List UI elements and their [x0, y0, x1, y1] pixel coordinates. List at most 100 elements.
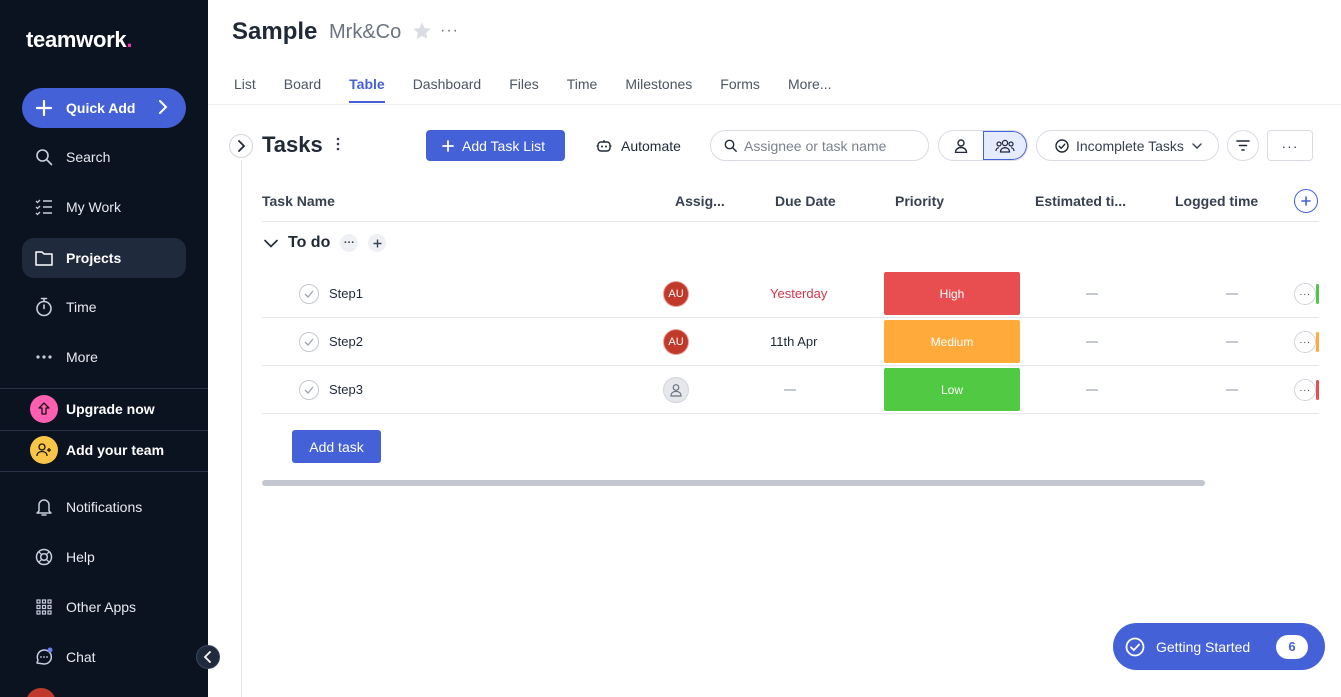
due-date[interactable]: Yesterday: [770, 286, 827, 301]
add-task-inline-button[interactable]: [368, 234, 387, 252]
table-row[interactable]: Step2 AU 11th Apr Medium ···: [262, 318, 1319, 366]
list-check-icon: [34, 197, 54, 217]
row-options-button[interactable]: ···: [1294, 379, 1316, 401]
more-options-button[interactable]: ···: [1267, 130, 1313, 161]
due-date-empty[interactable]: [784, 389, 796, 391]
sidebar-item-chat[interactable]: Chat: [22, 637, 186, 677]
robot-icon: [596, 139, 612, 153]
header-divider: [208, 104, 1341, 105]
sidebar-item-more[interactable]: More: [22, 337, 186, 377]
sidebar-divider: [0, 471, 208, 472]
filter-button[interactable]: [1227, 130, 1259, 161]
star-icon[interactable]: [412, 21, 432, 46]
company-name[interactable]: Mrk&Co: [329, 21, 401, 44]
avatar[interactable]: AU: [663, 281, 689, 307]
tab-board[interactable]: Board: [284, 76, 321, 103]
add-column-button[interactable]: [1294, 189, 1318, 213]
horizontal-scrollbar[interactable]: [262, 480, 1205, 486]
task-name[interactable]: Step2: [329, 334, 363, 349]
table-row[interactable]: Step1 AU Yesterday High ···: [262, 270, 1319, 318]
tab-forms[interactable]: Forms: [720, 76, 760, 103]
status-indicator: [1316, 332, 1319, 352]
task-search[interactable]: [710, 130, 929, 161]
sidebar-item-my-work[interactable]: My Work: [22, 187, 186, 227]
add-task-button[interactable]: Add task: [292, 430, 381, 463]
sidebar-divider: [0, 388, 208, 389]
tab-milestones[interactable]: Milestones: [625, 76, 692, 103]
complete-task-checkbox[interactable]: [299, 332, 319, 352]
sidebar-item-time[interactable]: Time: [22, 287, 186, 327]
sidebar-item-search[interactable]: Search: [22, 137, 186, 177]
tasks-options-icon[interactable]: [336, 137, 340, 156]
chevron-down-icon[interactable]: [264, 239, 278, 248]
search-input[interactable]: [744, 137, 914, 154]
column-logged-time[interactable]: Logged time: [1175, 193, 1258, 209]
table-row[interactable]: Step3 Low ···: [262, 366, 1319, 414]
complete-task-checkbox[interactable]: [299, 284, 319, 304]
check-circle-icon: [1125, 637, 1145, 657]
teamwork-logo[interactable]: teamwork.: [26, 27, 132, 53]
priority-badge[interactable]: Medium: [884, 320, 1020, 363]
tab-files[interactable]: Files: [509, 76, 539, 103]
avatar[interactable]: AU: [663, 329, 689, 355]
sidebar-item-label: My Work: [66, 199, 121, 215]
tab-time[interactable]: Time: [567, 76, 598, 103]
sidebar-divider: [0, 430, 208, 431]
estimated-time-empty[interactable]: [1086, 389, 1098, 391]
everyone-tasks-toggle[interactable]: [982, 131, 1027, 160]
task-list-options-button[interactable]: ···: [340, 234, 359, 252]
tab-dashboard[interactable]: Dashboard: [413, 76, 482, 103]
collapse-sidebar-button[interactable]: [196, 645, 220, 669]
sidebar-item-projects[interactable]: Projects: [22, 238, 186, 278]
column-priority[interactable]: Priority: [895, 193, 944, 209]
column-task-name[interactable]: Task Name: [262, 193, 335, 209]
upgrade-arrow-icon: [30, 395, 58, 423]
unassigned-user-icon[interactable]: [663, 377, 689, 403]
logged-time-empty[interactable]: [1226, 293, 1238, 295]
filter-label: Incomplete Tasks: [1076, 137, 1184, 154]
project-options-icon[interactable]: ···: [440, 22, 459, 40]
column-assignee[interactable]: Assig...: [675, 193, 725, 209]
folder-icon: [34, 248, 54, 268]
add-task-list-button[interactable]: Add Task List: [426, 130, 565, 161]
task-name[interactable]: Step1: [329, 286, 363, 301]
estimated-time-empty[interactable]: [1086, 341, 1098, 343]
task-list-name[interactable]: To do: [288, 234, 330, 252]
logged-time-empty[interactable]: [1226, 389, 1238, 391]
sidebar-item-notifications[interactable]: Notifications: [22, 487, 186, 527]
due-date[interactable]: 11th Apr: [770, 334, 817, 349]
add-user-icon: [30, 436, 58, 464]
priority-badge[interactable]: High: [884, 272, 1020, 315]
sidebar-item-help[interactable]: Help: [22, 537, 186, 577]
complete-task-checkbox[interactable]: [299, 380, 319, 400]
plus-icon: [1301, 196, 1311, 206]
tab-list[interactable]: List: [234, 76, 256, 103]
my-tasks-toggle[interactable]: [939, 131, 983, 160]
column-due-date[interactable]: Due Date: [775, 193, 836, 209]
estimated-time-empty[interactable]: [1086, 293, 1098, 295]
tab-table[interactable]: Table: [349, 76, 385, 103]
incomplete-tasks-filter[interactable]: Incomplete Tasks: [1036, 130, 1219, 161]
upgrade-now-label: Upgrade now: [66, 401, 155, 417]
sidebar-item-label: Notifications: [66, 499, 143, 515]
chevron-down-icon: [1192, 142, 1202, 149]
user-avatar[interactable]: [26, 688, 56, 697]
tab-more[interactable]: More...: [788, 76, 832, 103]
priority-badge[interactable]: Low: [884, 368, 1020, 411]
plus-icon: [442, 139, 454, 152]
sidebar-item-other-apps[interactable]: Other Apps: [22, 587, 186, 627]
expand-panel-button[interactable]: [229, 134, 253, 158]
getting-started-button[interactable]: Getting Started 6: [1113, 623, 1325, 670]
logged-time-empty[interactable]: [1226, 341, 1238, 343]
automate-button[interactable]: Automate: [596, 130, 681, 161]
task-name[interactable]: Step3: [329, 382, 363, 397]
column-estimated-time[interactable]: Estimated ti...: [1035, 193, 1126, 209]
sidebar-item-label: Time: [66, 299, 97, 315]
add-your-team-button[interactable]: Add your team: [30, 436, 164, 464]
status-indicator: [1316, 284, 1319, 304]
quick-add-button[interactable]: Quick Add: [22, 88, 186, 128]
upgrade-now-button[interactable]: Upgrade now: [30, 395, 155, 423]
automate-label: Automate: [621, 137, 681, 154]
row-options-button[interactable]: ···: [1294, 331, 1316, 353]
row-options-button[interactable]: ···: [1294, 283, 1316, 305]
